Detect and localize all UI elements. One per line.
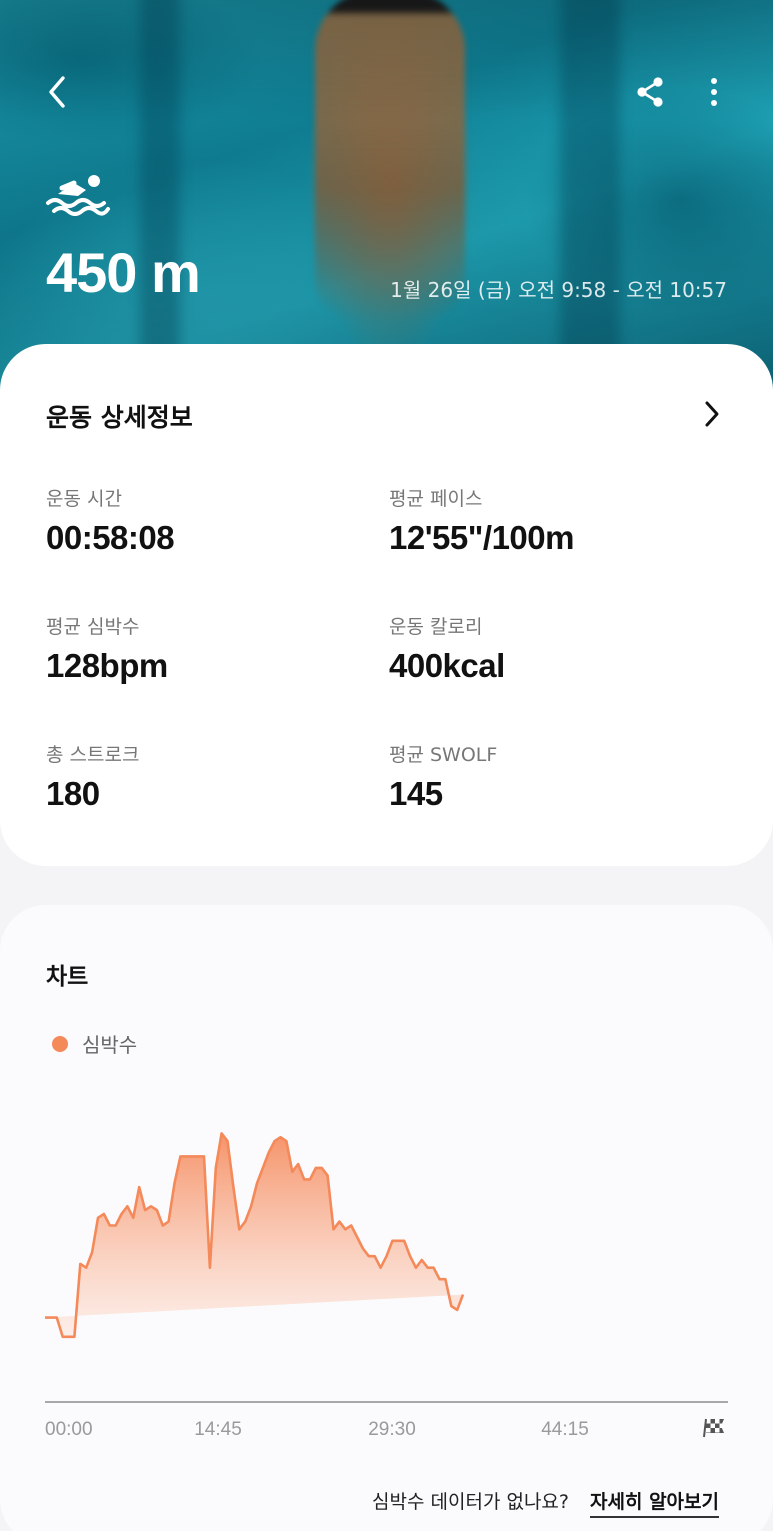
stat-total-strokes: 총 스트로크 180 — [46, 740, 139, 813]
learn-more-link[interactable]: 자세히 알아보기 — [590, 1487, 719, 1518]
swimming-icon — [46, 175, 110, 216]
workout-details-card: 운동 상세정보 운동 시간 00:58:08 평균 페이스 12'55"/100… — [0, 344, 773, 866]
stat-avg-swolf: 평균 SWOLF 145 — [389, 740, 497, 813]
x-tick-label: 44:15 — [541, 1419, 589, 1440]
heart-rate-area — [45, 1133, 463, 1337]
stat-label: 운동 칼로리 — [389, 616, 483, 638]
missing-data-question: 심박수 데이터가 없나요? — [372, 1491, 569, 1513]
details-title: 운동 상세정보 — [46, 403, 193, 432]
stat-label: 평균 심박수 — [46, 616, 140, 638]
stat-label: 평균 SWOLF — [389, 744, 498, 766]
more-options-button[interactable] — [688, 66, 740, 118]
stat-label: 총 스트로크 — [46, 744, 140, 766]
hero-overlay — [0, 0, 773, 400]
share-icon — [637, 77, 663, 107]
chevron-left-icon — [49, 76, 65, 108]
finish-flag-icon — [703, 1418, 724, 1438]
chart-card: 차트 심박수 00:00 14:45 29:30 44:15 심박수 데이터가 없나요… — [0, 905, 773, 1531]
details-open-button[interactable] — [692, 394, 732, 434]
back-button[interactable] — [32, 66, 84, 118]
more-vertical-icon — [711, 78, 717, 106]
stat-avg-heart-rate: 평균 심박수 128bpm — [46, 612, 168, 685]
stat-value: 12'55"/100m — [389, 519, 574, 556]
x-tick-label: 29:30 — [368, 1419, 416, 1440]
stat-label: 운동 시간 — [46, 488, 122, 510]
stat-calories: 운동 칼로리 400kcal — [389, 612, 505, 685]
stat-label: 평균 페이스 — [389, 488, 483, 510]
distance-value: 450 m — [46, 241, 201, 304]
stat-value: 128bpm — [46, 647, 168, 684]
stat-duration: 운동 시간 00:58:08 — [46, 484, 175, 557]
share-button[interactable] — [624, 66, 676, 118]
stat-value: 145 — [389, 775, 443, 812]
chevron-right-icon — [705, 401, 719, 427]
hero-banner: 450 m 1월 26일 (금) 오전 9:58 - 오전 10:57 — [0, 0, 773, 400]
workout-time-range: 1월 26일 (금) 오전 9:58 - 오전 10:57 — [390, 278, 727, 302]
stat-value: 400kcal — [389, 647, 505, 684]
heart-rate-chart: 00:00 14:45 29:30 44:15 — [45, 1132, 728, 1440]
x-tick-label: 14:45 — [194, 1419, 242, 1440]
stat-avg-pace: 평균 페이스 12'55"/100m — [389, 484, 574, 557]
stat-value: 180 — [46, 775, 100, 812]
stat-value: 00:58:08 — [46, 519, 175, 556]
x-tick-label: 00:00 — [45, 1419, 93, 1440]
